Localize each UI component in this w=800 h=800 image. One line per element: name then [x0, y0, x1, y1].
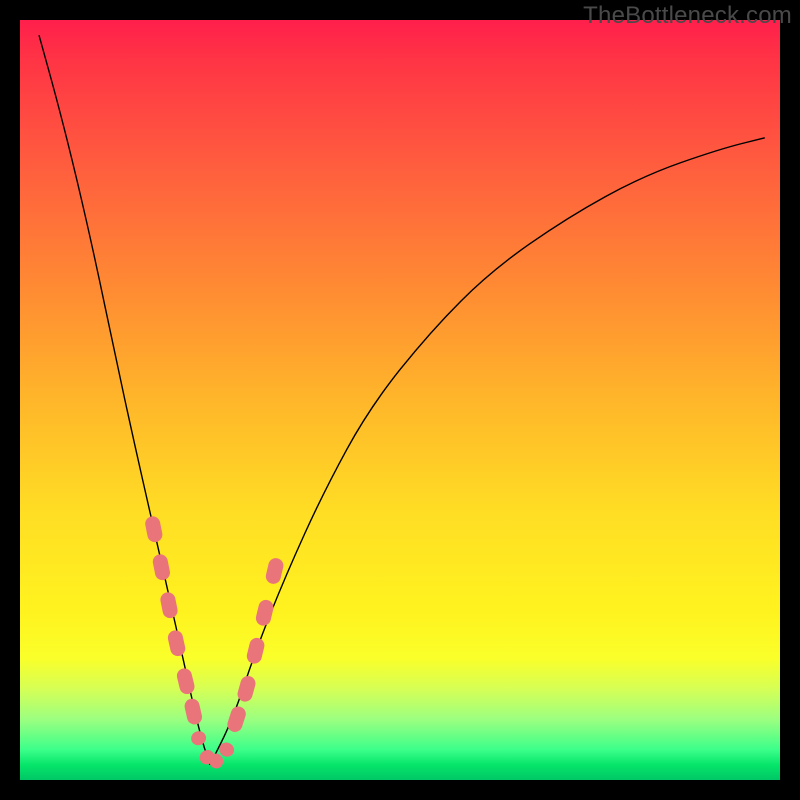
watermark-text: TheBottleneck.com	[583, 2, 792, 30]
curve-left-branch	[39, 35, 210, 765]
marker-pill	[189, 729, 207, 747]
marker-pill	[144, 515, 164, 543]
marker-pill	[264, 557, 285, 586]
marker-pill	[175, 667, 196, 696]
marker-pill	[151, 553, 171, 581]
marker-pill	[166, 629, 186, 658]
marker-pill	[159, 591, 179, 619]
marker-pill	[254, 598, 275, 627]
chart-frame	[20, 20, 780, 780]
curve-right-branch	[210, 138, 765, 765]
marker-pill	[183, 697, 203, 726]
marker-pill	[245, 636, 266, 665]
marker-group	[144, 515, 285, 771]
marker-pill	[225, 705, 247, 734]
bottleneck-curve-svg	[20, 20, 780, 780]
